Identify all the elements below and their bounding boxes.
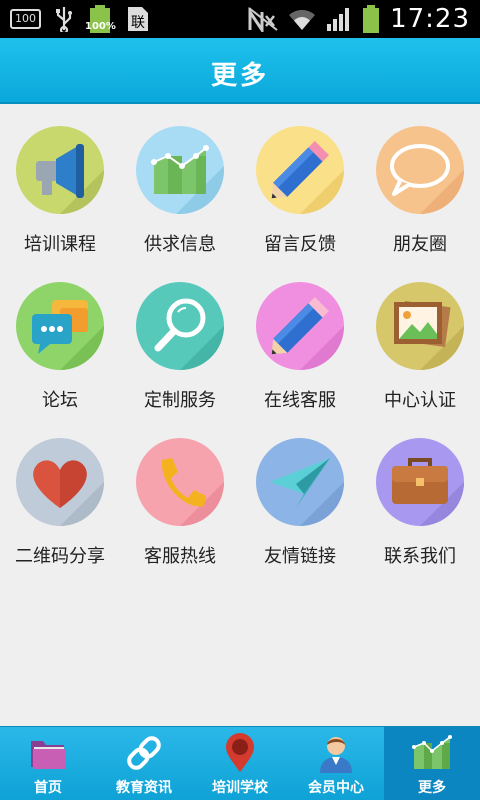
grid-item-label: 在线客服 <box>264 390 336 411</box>
megaphone-icon <box>36 144 104 214</box>
folder-icon <box>31 741 66 769</box>
svg-text:联: 联 <box>131 15 145 31</box>
grid-item-custom-service[interactable]: 定制服务 <box>120 260 240 416</box>
grid-item-friend-links[interactable]: 友情链接 <box>240 416 360 572</box>
no-signal-icon <box>248 7 278 32</box>
cell-signal-icon <box>327 8 350 31</box>
grid-item-online-support[interactable]: 在线客服 <box>240 260 360 416</box>
grid-item-forum[interactable]: 论坛 <box>0 260 120 416</box>
bottom-tab-bar: 首页 教育资讯 培训学校 会员中心 更多 <box>0 726 480 800</box>
grid-item-feedback[interactable]: 留言反馈 <box>240 104 360 260</box>
grid-item-contact-us[interactable]: 联系我们 <box>360 416 480 572</box>
icon-circle <box>376 126 464 214</box>
grid-item-label: 二维码分享 <box>15 546 105 567</box>
grid-item-moments[interactable]: 朋友圈 <box>360 104 480 260</box>
icon-circle <box>16 438 104 526</box>
sd-card-icon: 联 <box>128 7 148 31</box>
pencil-icon <box>271 297 344 370</box>
icon-circle <box>256 282 344 370</box>
grid-item-label: 供求信息 <box>144 234 216 255</box>
tab-label: 首页 <box>34 780 62 796</box>
icon-circle <box>256 126 344 214</box>
grid-item-training-courses[interactable]: 培训课程 <box>0 104 120 260</box>
chart-icon <box>412 735 452 769</box>
icon-circle <box>136 282 224 370</box>
grid-item-qr-share[interactable]: 二维码分享 <box>0 416 120 572</box>
grid-item-label: 中心认证 <box>384 390 456 411</box>
title-bar: 更多 <box>0 38 480 104</box>
picture-icon <box>394 300 464 370</box>
grid-item-certification[interactable]: 中心认证 <box>360 260 480 416</box>
wifi-icon <box>289 9 316 30</box>
tab-label: 更多 <box>418 780 446 796</box>
grid-item-label: 客服热线 <box>144 546 216 567</box>
speech-bubble-icon <box>390 144 464 214</box>
chart-icon <box>151 145 224 214</box>
grid-item-label: 联系我们 <box>384 546 456 567</box>
tab-more[interactable]: 更多 <box>384 727 480 800</box>
icon-circle <box>136 126 224 214</box>
grid-item-label: 朋友圈 <box>393 234 447 255</box>
grid-item-supply-demand[interactable]: 供求信息 <box>120 104 240 260</box>
grid-item-hotline[interactable]: 客服热线 <box>120 416 240 572</box>
tab-training-schools[interactable]: 培训学校 <box>192 727 288 800</box>
user-icon <box>320 737 352 773</box>
battery-icon <box>363 5 380 33</box>
briefcase-icon <box>392 458 464 526</box>
usb-icon <box>56 7 72 32</box>
heart-icon <box>33 460 104 526</box>
battery-percent-label: 100% <box>85 21 116 32</box>
tab-member-center[interactable]: 会员中心 <box>288 727 384 800</box>
map-pin-icon <box>226 733 254 772</box>
grid-item-label: 培训课程 <box>24 234 96 255</box>
pencil-icon <box>271 141 344 214</box>
magnifier-icon <box>154 298 224 370</box>
battery-full-icon: 100% <box>85 5 116 33</box>
phone-icon <box>161 458 224 526</box>
icon-circle <box>376 438 464 526</box>
icon-circle <box>16 282 104 370</box>
grid-item-label: 论坛 <box>42 390 78 411</box>
tab-label: 培训学校 <box>212 780 268 796</box>
tab-education-news[interactable]: 教育资讯 <box>96 727 192 800</box>
chat-bubbles-icon <box>32 300 104 370</box>
grid-item-label: 定制服务 <box>144 390 216 411</box>
clock: 17:23 <box>390 4 470 34</box>
icon-circle <box>16 126 104 214</box>
grid-item-label: 友情链接 <box>264 546 336 567</box>
grid-item-label: 留言反馈 <box>264 234 336 255</box>
icon-circle <box>136 438 224 526</box>
link-icon <box>127 736 161 770</box>
status-bar: 100 100% 联 17:23 <box>0 0 480 38</box>
icon-circle <box>376 282 464 370</box>
tab-home[interactable]: 首页 <box>0 727 96 800</box>
tab-label: 会员中心 <box>308 780 364 796</box>
tab-label: 教育资讯 <box>116 780 172 796</box>
paper-plane-icon <box>270 458 344 526</box>
sim-icon: 100 <box>10 9 41 29</box>
icon-circle <box>256 438 344 526</box>
page-title: 更多 <box>210 61 269 91</box>
